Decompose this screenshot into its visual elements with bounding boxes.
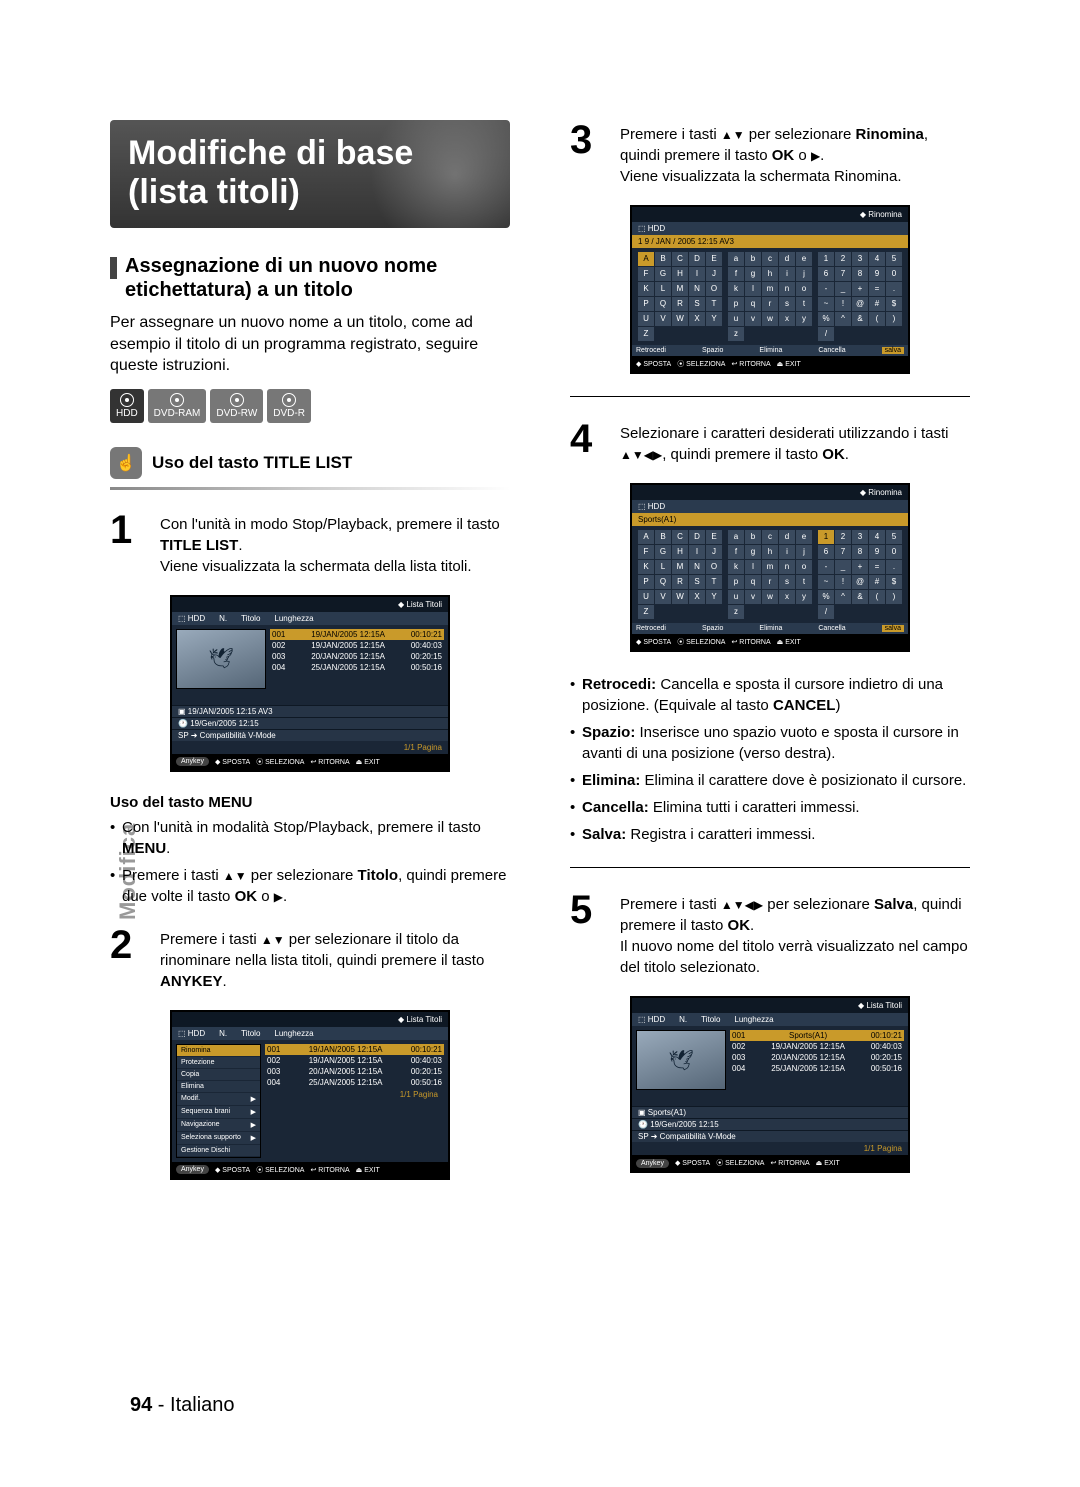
step-3: 3 Premere i tasti per selezionare Rinomi… [570, 120, 970, 187]
subsection-heading: Uso del tasto TITLE LIST [152, 453, 352, 473]
osd-screenshot-3: Rinomina ⬚ HDD 1 9 / JAN / 2005 12:15 AV… [630, 205, 910, 374]
def-cancella: Cancella: Elimina tutti i caratteri imme… [570, 797, 970, 818]
step-number: 2 [110, 925, 150, 992]
text: TITLE LIST [160, 537, 238, 554]
step-4: 4 Selezionare i caratteri desiderati uti… [570, 419, 970, 465]
keyboard-upper: ABCDEFGHIJKLMNOPQRSTUVWXYZ [638, 252, 722, 341]
step-number: 3 [570, 120, 610, 187]
divider [570, 867, 970, 868]
osd-screenshot-4: Rinomina ⬚ HDD Sports(A1) ABCDEFGHIJKLMN… [630, 483, 910, 652]
keyboard-num: 1234567890-_+=.~!@#$%^&()/ [818, 252, 902, 341]
bullet: Con l'unità in modalità Stop/Playback, p… [110, 817, 510, 859]
menu-subhead: Uso del tasto MENU [110, 794, 510, 811]
step-number: 4 [570, 419, 610, 465]
section-heading: Assegnazione di un nuovo nome etichettat… [125, 254, 510, 302]
badge-dvdr: DVD-R [267, 389, 311, 423]
def-retrocedi: Retrocedi: Cancella e sposta il cursore … [570, 674, 970, 716]
divider [570, 396, 970, 397]
page-title: Modifiche di base (lista titoli) [128, 134, 492, 212]
osd-screenshot-5: Lista Titoli ⬚ HDDN.TitoloLunghezza 001S… [630, 996, 910, 1173]
badge-dvdram: DVD-RAM [148, 389, 207, 423]
step-number: 5 [570, 890, 610, 978]
step-2: 2 Premere i tasti per selezionare il tit… [110, 925, 510, 992]
osd-screenshot-1: Lista Titoli ⬚ HDDN.TitoloLunghezza 0011… [170, 595, 450, 772]
title-box: Modifiche di base (lista titoli) [110, 120, 510, 228]
def-spazio: Spazio: Inserisce uno spazio vuoto e spo… [570, 722, 970, 764]
hand-icon: ☝ [110, 447, 142, 479]
def-elimina: Elimina: Elimina il carattere dove è pos… [570, 770, 970, 791]
badge-dvdrw: DVD-RW [210, 389, 263, 423]
bullet: Premere i tasti per selezionare Titolo, … [110, 865, 510, 907]
page-footer: 94 - Italiano [130, 1394, 235, 1417]
divider [110, 487, 510, 490]
step-number: 1 [110, 510, 150, 577]
step-1: 1 Con l'unità in modo Stop/Playback, pre… [110, 510, 510, 577]
osd-screenshot-2: Lista Titoli ⬚ HDDN.TitoloLunghezza Rino… [170, 1010, 450, 1180]
step-5: 5 Premere i tasti per selezionare Salva,… [570, 890, 970, 978]
badge-hdd: HDD [110, 389, 144, 423]
keyboard-lower: abcdefghijklmnopqrstuvwxyz [728, 252, 812, 341]
media-badges: HDD DVD-RAM DVD-RW DVD-R [110, 389, 510, 423]
section-intro: Per assegnare un nuovo nome a un titolo,… [110, 312, 510, 377]
section-bar [110, 257, 117, 279]
text: Con l'unità in modo Stop/Playback, preme… [160, 516, 500, 533]
def-salva: Salva: Registra i caratteri immessi. [570, 824, 970, 845]
